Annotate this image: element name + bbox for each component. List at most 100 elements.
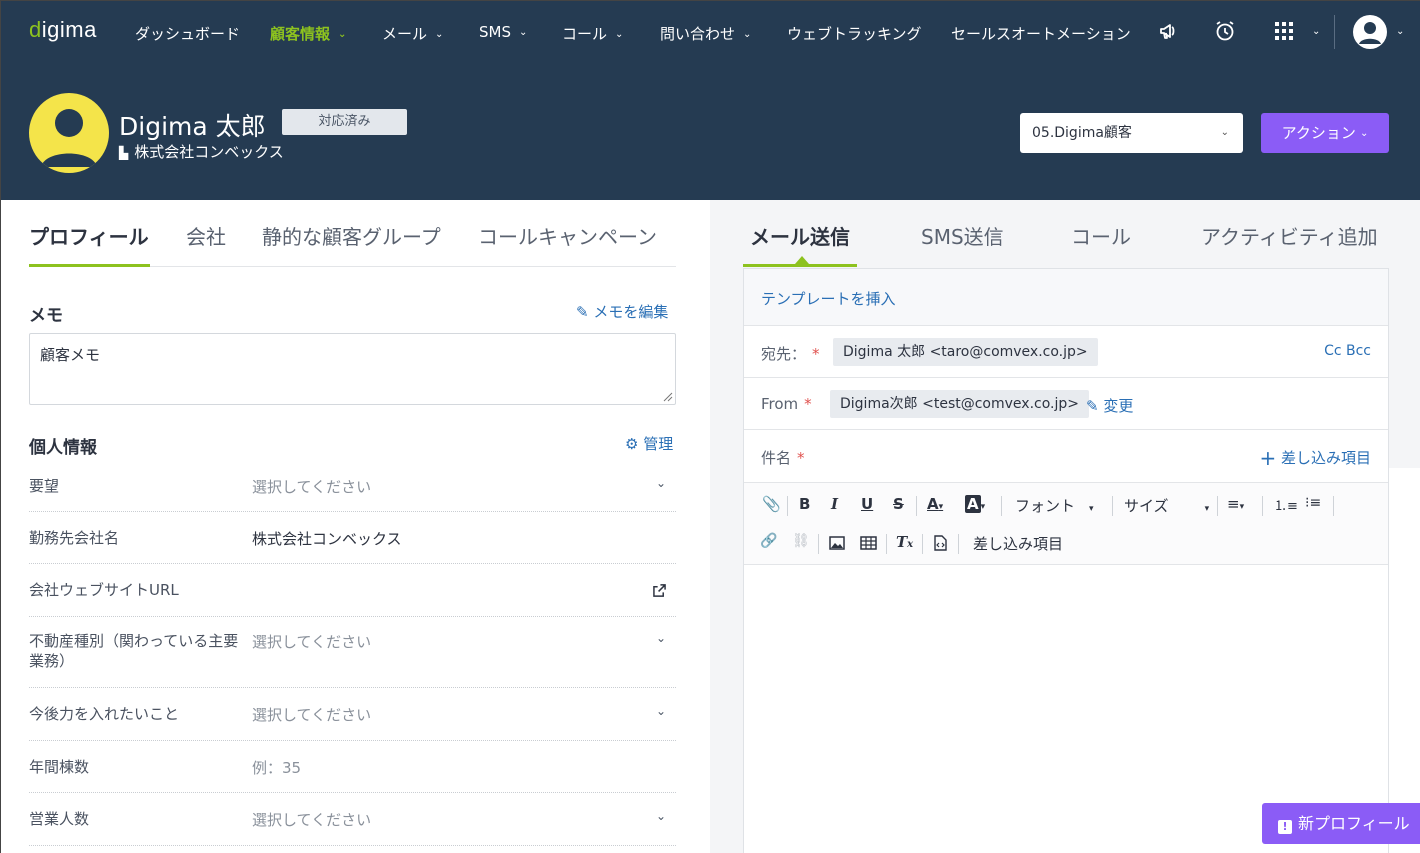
text-color-icon[interactable]: A▾ bbox=[927, 495, 943, 513]
chevron-down-icon: ⌄ bbox=[1359, 128, 1369, 139]
status-badge[interactable]: 対応済み bbox=[282, 109, 407, 135]
nav-call[interactable]: コール ⌄ bbox=[562, 23, 623, 44]
email-compose: テンプレートを挿入 宛先： * Digima 太郎 <taro@comvex.co… bbox=[743, 268, 1389, 853]
merge-fields-toolbar-button[interactable]: 差し込み項目 bbox=[973, 533, 1063, 554]
tab-call-campaign[interactable]: コールキャンペーン bbox=[478, 221, 657, 250]
numbered-list-icon[interactable]: ⒈≡ bbox=[1274, 495, 1298, 514]
external-link-icon[interactable] bbox=[653, 584, 666, 597]
chevron-down-icon: ⌄ bbox=[655, 476, 666, 490]
tab-send-sms[interactable]: SMS送信 bbox=[921, 221, 1004, 250]
unlink-icon[interactable]: ⛓ bbox=[792, 533, 810, 549]
memo-title: メモ bbox=[29, 306, 63, 326]
chevron-down-icon: ⌄ bbox=[338, 29, 347, 40]
chevron-down-icon: ⌄ bbox=[435, 29, 444, 40]
chevron-down-icon: ⌄ bbox=[615, 29, 624, 40]
editor-toolbar: 📎 B I U S A▾ A ▾ フォント ▾ サイズ ▾ ≡▾ ⒈≡ ⁝≡ 🔗 ⛓ bbox=[744, 483, 1388, 565]
plus-icon: + bbox=[1259, 446, 1277, 470]
merge-fields-link[interactable]: + 差し込み項目 bbox=[1259, 446, 1371, 470]
cc-bcc-link[interactable]: Cc Bcc bbox=[1324, 343, 1371, 359]
source-code-icon[interactable] bbox=[934, 535, 947, 551]
chevron-down-icon[interactable]: ⌄ bbox=[1388, 22, 1404, 40]
to-recipient-chip[interactable]: Digima 太郎 <taro@comvex.co.jp> bbox=[833, 338, 1098, 366]
chevron-down-icon: ⌄ bbox=[655, 704, 666, 718]
strikethrough-icon[interactable]: S bbox=[893, 495, 904, 513]
alarm-clock-icon[interactable] bbox=[1213, 19, 1237, 43]
field-row-employer[interactable]: 勤務先会社名 株式会社コンベックス bbox=[29, 512, 676, 564]
active-tab-indicator bbox=[29, 264, 150, 267]
tab-static-groups[interactable]: 静的な顧客グループ bbox=[262, 221, 441, 250]
change-sender-link[interactable]: ✎ 変更 bbox=[1086, 395, 1133, 416]
to-row: 宛先： * Digima 太郎 <taro@comvex.co.jp> Cc Bc… bbox=[744, 326, 1388, 378]
customer-name: Digima 太郎 bbox=[119, 112, 266, 141]
align-icon[interactable]: ≡▾ bbox=[1227, 495, 1244, 513]
clear-format-icon[interactable]: Tx bbox=[896, 533, 913, 551]
memo-textarea[interactable]: 顧客メモ bbox=[29, 333, 676, 405]
nav-mail[interactable]: メール ⌄ bbox=[382, 23, 443, 44]
tab-add-activity[interactable]: アクティビティ追加 bbox=[1201, 221, 1378, 250]
user-avatar-icon[interactable] bbox=[1352, 14, 1388, 50]
new-profile-button[interactable]: ! 新プロフィール bbox=[1262, 803, 1420, 844]
field-row-request[interactable]: 要望 選択してください ⌄ bbox=[29, 464, 676, 512]
profile-panel: プロフィール 会社 静的な顧客グループ コールキャンペーン メモ ✎ メモを編集… bbox=[1, 200, 710, 853]
chevron-down-icon: ⌄ bbox=[655, 631, 666, 645]
pencil-icon: ✎ bbox=[1086, 397, 1099, 415]
underline-icon[interactable]: U bbox=[861, 495, 873, 513]
chevron-down-icon: ⌄ bbox=[743, 29, 752, 40]
subject-label: 件名 * bbox=[761, 449, 805, 467]
building-icon: ▙ bbox=[119, 146, 129, 160]
apps-grid-icon[interactable] bbox=[1272, 19, 1296, 43]
page-scroll-gutter bbox=[1389, 468, 1420, 853]
top-navbar: digima ダッシュボード 顧客情報 ⌄ メール ⌄ SMS ⌄ コール ⌄ 問い合わ… bbox=[1, 1, 1420, 65]
bullet-list-icon[interactable]: ⁝≡ bbox=[1305, 495, 1321, 511]
nav-sales-automation[interactable]: セールスオートメーション bbox=[951, 23, 1131, 44]
tab-send-mail[interactable]: メール送信 bbox=[750, 221, 850, 250]
field-row-annual-units[interactable]: 年間棟数 例：35 bbox=[29, 741, 676, 793]
field-row-property-type[interactable]: 不動産種別（関わっている主要業務） 選択してください ⌄ bbox=[29, 617, 676, 688]
field-row-future-focus[interactable]: 今後力を入れたいこと 選択してください ⌄ bbox=[29, 688, 676, 741]
to-label: 宛先： * bbox=[761, 345, 820, 363]
image-icon[interactable] bbox=[829, 536, 845, 550]
customer-avatar bbox=[29, 93, 109, 173]
font-size-select[interactable]: サイズ ▾ bbox=[1124, 495, 1209, 516]
tab-profile[interactable]: プロフィール bbox=[29, 221, 149, 250]
pencil-icon: ✎ bbox=[576, 303, 589, 321]
manage-link[interactable]: ⚙ 管理 bbox=[625, 433, 673, 454]
action-button[interactable]: アクション ⌄ bbox=[1261, 113, 1389, 153]
from-label: From * bbox=[761, 395, 812, 413]
nav-sms[interactable]: SMS ⌄ bbox=[479, 23, 527, 41]
italic-icon[interactable]: I bbox=[831, 495, 838, 513]
from-sender-chip[interactable]: Digima次郎 <test@comvex.co.jp> bbox=[830, 390, 1089, 418]
subject-row[interactable]: 件名 * + 差し込み項目 bbox=[744, 430, 1388, 483]
nav-customer-info[interactable]: 顧客情報 ⌄ bbox=[270, 23, 346, 44]
tab-company[interactable]: 会社 bbox=[186, 221, 226, 250]
nav-web-tracking[interactable]: ウェブトラッキング bbox=[787, 23, 922, 44]
customer-group-select[interactable]: 05.Digima顧客 ⌄ bbox=[1020, 113, 1243, 153]
font-family-select[interactable]: フォント ▾ bbox=[1015, 495, 1094, 516]
edit-memo-link[interactable]: ✎ メモを編集 bbox=[576, 301, 668, 322]
paperclip-icon[interactable]: 📎 bbox=[762, 495, 781, 513]
link-icon[interactable]: 🔗 bbox=[760, 533, 777, 549]
digima-logo[interactable]: digima bbox=[29, 17, 97, 43]
activity-panel: メール送信 SMS送信 コール アクティビティ追加 テンプレートを挿入 宛先： *… bbox=[710, 200, 1420, 853]
chevron-down-icon: ⌄ bbox=[655, 809, 666, 823]
nav-divider bbox=[1334, 15, 1335, 49]
nav-inquiry[interactable]: 問い合わせ ⌄ bbox=[660, 23, 751, 44]
field-row-website-url[interactable]: 会社ウェブサイトURL bbox=[29, 564, 676, 617]
resize-handle-icon[interactable] bbox=[663, 392, 673, 402]
chevron-down-icon[interactable]: ⌄ bbox=[1304, 22, 1320, 40]
chevron-down-icon: ⌄ bbox=[519, 27, 528, 38]
customer-header: Digima 太郎 対応済み ▙ 株式会社コンベックス 05.Digima顧客 ⌄ … bbox=[1, 65, 1420, 200]
background-color-icon[interactable]: A ▾ bbox=[965, 495, 985, 513]
tab-call[interactable]: コール bbox=[1071, 221, 1131, 250]
nav-dashboard[interactable]: ダッシュボード bbox=[135, 23, 240, 44]
tab-pointer-icon bbox=[795, 256, 809, 264]
personal-info-title: 個人情報 bbox=[29, 438, 97, 458]
field-row-sales-headcount[interactable]: 営業人数 選択してください ⌄ bbox=[29, 793, 676, 846]
bold-icon[interactable]: B bbox=[799, 495, 810, 513]
insert-template-link[interactable]: テンプレートを挿入 bbox=[761, 288, 896, 309]
person-icon bbox=[41, 109, 97, 167]
gear-icon: ⚙ bbox=[625, 435, 639, 453]
megaphone-icon[interactable] bbox=[1158, 19, 1182, 43]
customer-company: ▙ 株式会社コンベックス bbox=[119, 143, 284, 161]
table-icon[interactable] bbox=[860, 536, 877, 550]
